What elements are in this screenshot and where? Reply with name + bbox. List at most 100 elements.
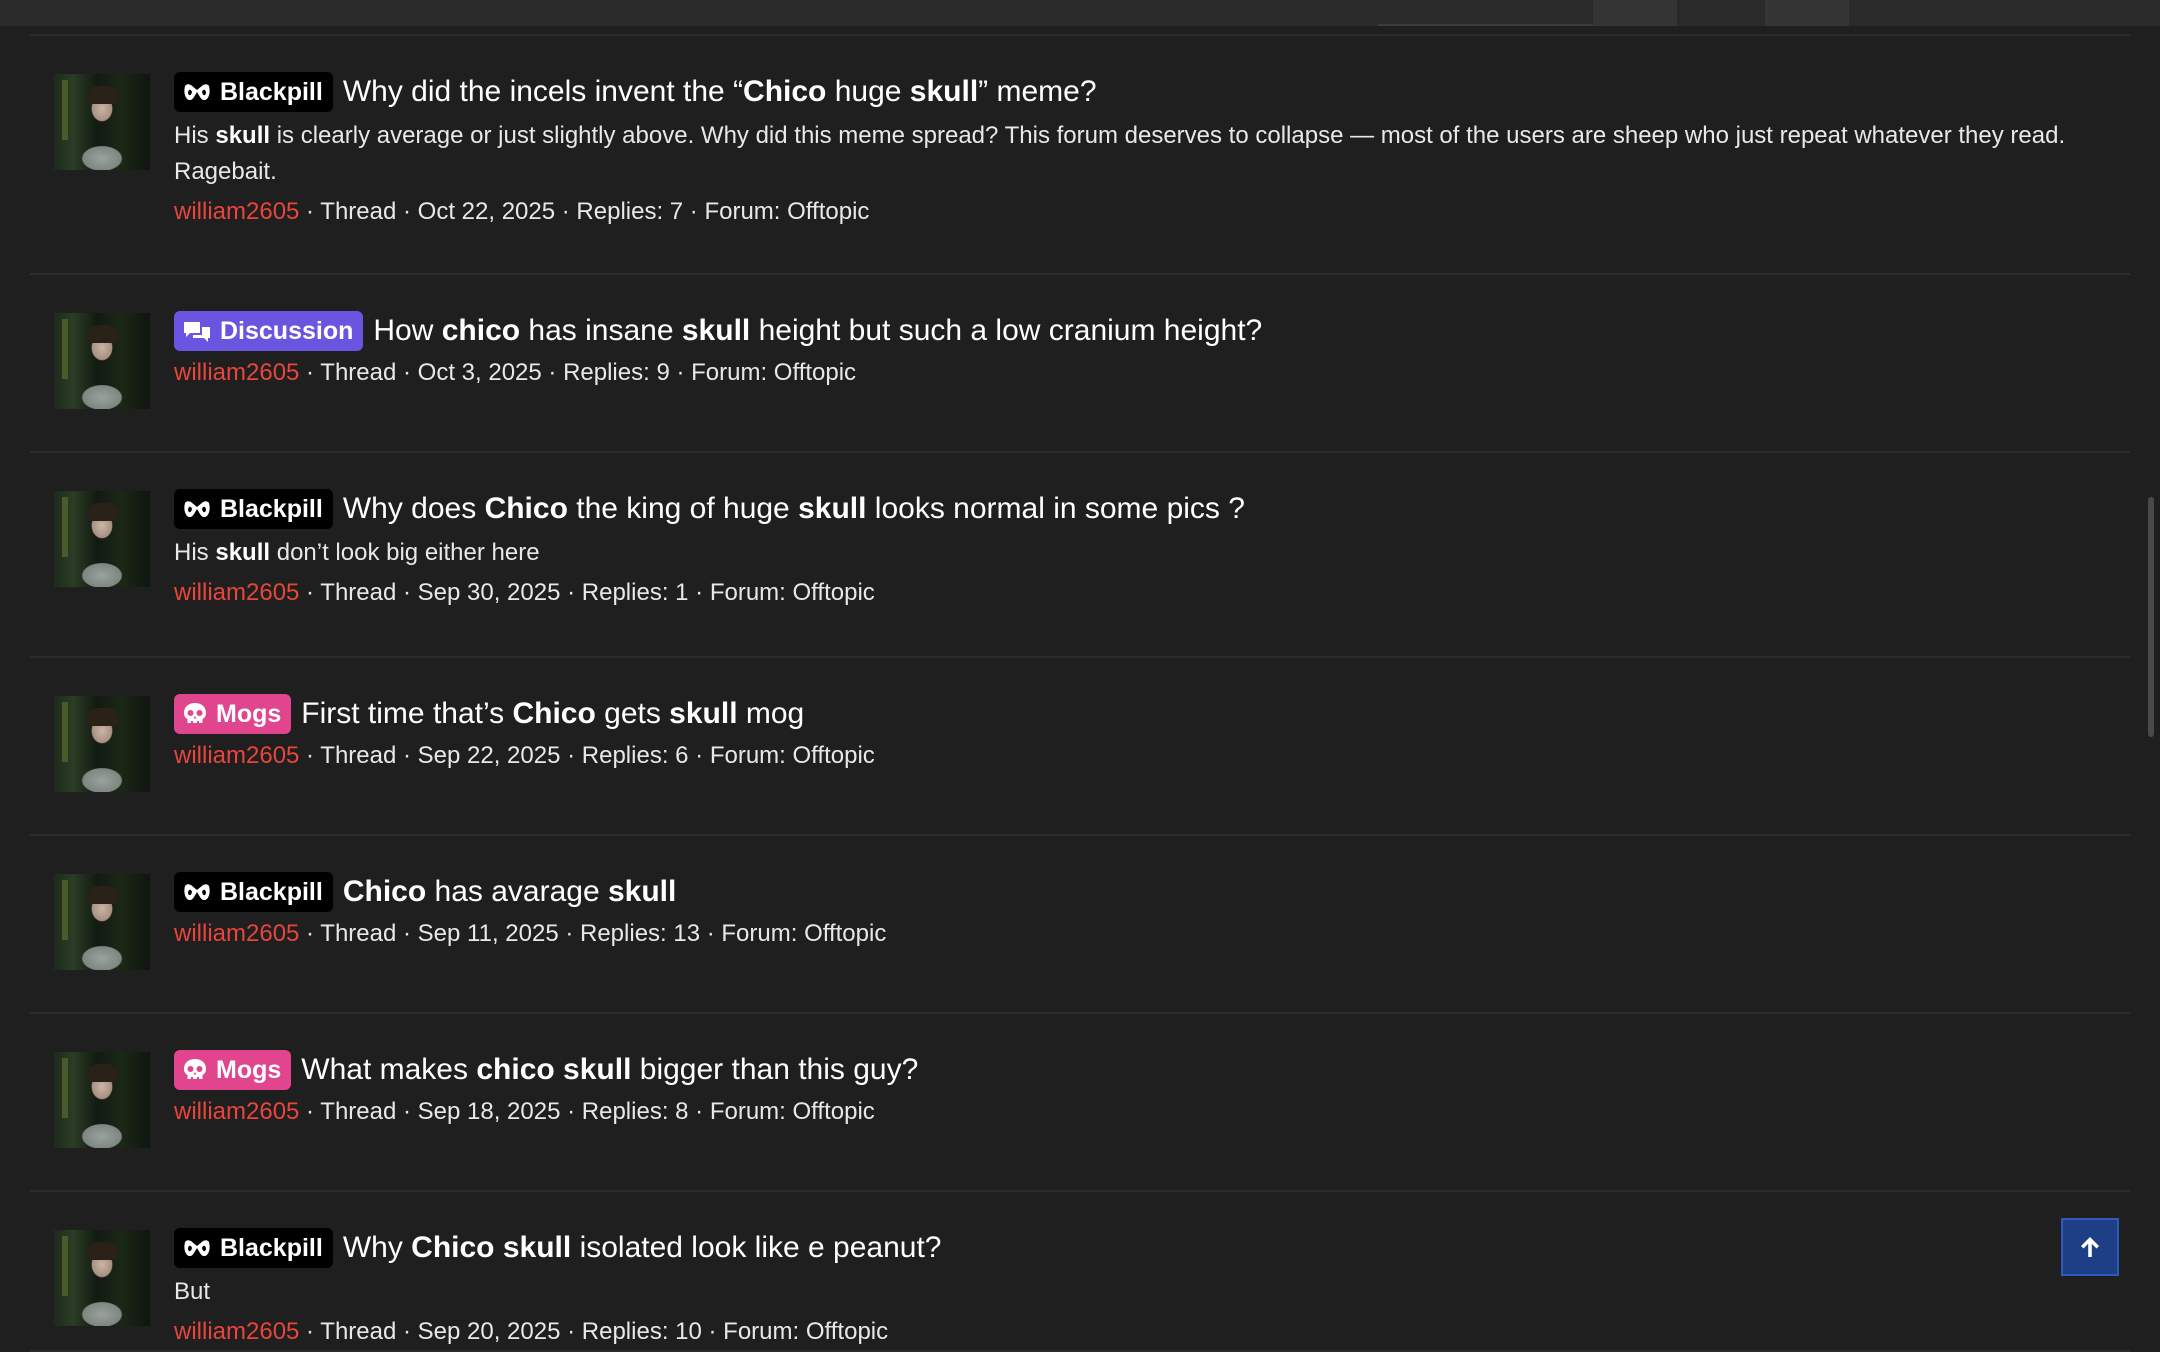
search-result-item[interactable]: Blackpill Chico has avarage skull william2… <box>30 836 2130 1014</box>
author-link[interactable]: william2605 <box>174 359 299 386</box>
thread-title-link[interactable]: First time that’s Chico gets skull mog <box>301 694 804 734</box>
title-text-segment: height but such a low cranium height? <box>750 314 1263 347</box>
thread-title-link[interactable]: Why did the incels invent the “Chico hug… <box>343 72 1097 112</box>
meta-details: · Thread · Oct 3, 2025 · Replies: 9 · Fo… <box>299 359 857 386</box>
snippet-text-segment: don’t look big either here <box>270 539 540 566</box>
result-title-row: Blackpill Why did the incels invent the “… <box>174 72 2130 112</box>
thread-title-link[interactable]: How chico has insane skull height but su… <box>373 311 1262 351</box>
title-text-segment: looks normal in some pics ? <box>866 492 1245 525</box>
title-text-segment: Why does <box>342 492 485 525</box>
title-text-segment: has insane <box>520 314 682 347</box>
highlighted-term: skull <box>681 314 751 347</box>
thread-title-link[interactable]: Chico has avarage skull <box>343 872 677 912</box>
arrow-up-icon <box>2081 1237 2099 1257</box>
author-link[interactable]: william2605 <box>174 1318 299 1345</box>
result-snippet: But <box>174 1274 2130 1310</box>
result-meta: william2605 · Thread · Sep 11, 2025 · Re… <box>174 918 2130 950</box>
author-link[interactable]: william2605 <box>174 920 299 947</box>
prefix-label-mogs[interactable]: Mogs <box>174 1050 292 1090</box>
prefix-label-blackpill[interactable]: Blackpill <box>174 872 333 912</box>
highlighted-term: skull <box>215 122 271 149</box>
prefix-label-text: Blackpill <box>220 78 323 106</box>
meta-details: · Thread · Sep 30, 2025 · Replies: 1 · F… <box>299 579 875 606</box>
meta-details: · Thread · Sep 20, 2025 · Replies: 10 · … <box>299 1318 889 1345</box>
goggles-icon <box>182 880 220 904</box>
meta-details: · Thread · Sep 11, 2025 · Replies: 13 · … <box>299 920 887 947</box>
result-content: Blackpill Chico has avarage skull william2… <box>174 872 2130 950</box>
highlighted-term: skull <box>669 697 738 730</box>
title-text-segment: ” meme? <box>978 75 1097 108</box>
highlighted-term: Chico <box>411 1231 495 1264</box>
title-text-segment: has avarage <box>426 875 608 908</box>
highlighted-term: skull <box>563 1053 632 1086</box>
title-text-segment: huge <box>826 75 910 108</box>
title-text-segment: the king of huge <box>567 492 799 525</box>
chat-bubbles-icon <box>182 319 220 343</box>
author-link[interactable]: william2605 <box>174 579 299 606</box>
author-link[interactable]: william2605 <box>174 198 299 225</box>
snippet-text-segment: But <box>174 1278 211 1305</box>
skull-icon <box>182 1057 216 1083</box>
result-title-row: Blackpill Why does Chico the king of huge… <box>174 489 2130 529</box>
highlighted-term: skull <box>607 875 677 908</box>
avatar[interactable] <box>54 74 150 170</box>
result-snippet: His skull don’t look big either here <box>174 535 2130 571</box>
search-result-item[interactable]: Mogs First time that’s Chico gets skull m… <box>30 658 2130 836</box>
thread-title-link[interactable]: Why Chico skull isolated look like e pea… <box>343 1228 942 1268</box>
goggles-icon <box>182 1236 220 1260</box>
avatar[interactable] <box>54 1052 150 1148</box>
title-text-segment: What makes <box>301 1053 477 1086</box>
search-result-item[interactable]: Blackpill Why Chico skull isolated look l… <box>30 1192 2130 1352</box>
highlighted-term: Chico <box>484 492 568 525</box>
snippet-text-segment: is clearly average or just slightly abov… <box>174 122 2066 185</box>
search-result-item[interactable]: Mogs What makes chico skull bigger than t… <box>30 1014 2130 1192</box>
avatar[interactable] <box>54 1230 150 1326</box>
thread-title-link[interactable]: Why does Chico the king of huge skull lo… <box>343 489 1245 529</box>
nav-tab-block[interactable] <box>1765 0 1849 26</box>
search-result-item[interactable]: Blackpill Why does Chico the king of huge… <box>30 453 2130 658</box>
result-meta: william2605 · Thread · Sep 30, 2025 · Re… <box>174 577 2130 609</box>
highlighted-term: skull <box>798 492 867 525</box>
prefix-label-text: Discussion <box>220 317 354 345</box>
search-result-item[interactable]: Blackpill Why did the incels invent the “… <box>30 36 2130 275</box>
scrollbar-thumb[interactable] <box>2148 497 2154 737</box>
avatar[interactable] <box>54 874 150 970</box>
avatar[interactable] <box>54 313 150 409</box>
goggles-icon <box>182 497 220 521</box>
thread-title-link[interactable]: What makes chico skull bigger than this … <box>301 1050 918 1090</box>
prefix-label-text: Mogs <box>216 1056 282 1084</box>
highlighted-term: chico <box>441 314 521 347</box>
search-result-item[interactable]: Discussion How chico has insane skull hei… <box>30 275 2130 453</box>
highlighted-term: Chico <box>743 75 827 108</box>
prefix-label-mogs[interactable]: Mogs <box>174 694 292 734</box>
prefix-label-blackpill[interactable]: Blackpill <box>174 489 333 529</box>
title-text-segment: First time that’s <box>301 697 513 730</box>
avatar[interactable] <box>54 696 150 792</box>
title-text-segment: How <box>373 314 442 347</box>
avatar[interactable] <box>54 491 150 587</box>
prefix-label-blackpill[interactable]: Blackpill <box>174 72 333 112</box>
author-link[interactable]: william2605 <box>174 1098 299 1125</box>
nav-tab-block[interactable] <box>1593 0 1677 26</box>
result-meta: william2605 · Thread · Sep 22, 2025 · Re… <box>174 740 2130 772</box>
title-text-segment: Why <box>342 1231 412 1264</box>
prefix-label-blackpill[interactable]: Blackpill <box>174 1228 333 1268</box>
title-text-segment: gets <box>595 697 670 730</box>
result-content: Blackpill Why does Chico the king of huge… <box>174 489 2130 609</box>
title-text-segment <box>555 1053 563 1086</box>
highlighted-term: skull <box>502 1231 572 1264</box>
result-title-row: Blackpill Why Chico skull isolated look l… <box>174 1228 2130 1268</box>
title-text-segment: bigger than this guy? <box>631 1053 919 1086</box>
highlighted-term: skull <box>215 539 271 566</box>
result-title-row: Mogs First time that’s Chico gets skull m… <box>174 694 2130 734</box>
meta-details: · Thread · Sep 22, 2025 · Replies: 6 · F… <box>299 742 875 769</box>
highlighted-term: Chico <box>512 697 596 730</box>
scroll-to-top-button[interactable] <box>2061 1218 2119 1276</box>
prefix-label-discussion[interactable]: Discussion <box>174 311 364 351</box>
prefix-label-text: Blackpill <box>220 495 323 523</box>
skull-icon <box>182 701 216 727</box>
result-title-row: Mogs What makes chico skull bigger than t… <box>174 1050 2130 1090</box>
highlighted-term: skull <box>909 75 979 108</box>
author-link[interactable]: william2605 <box>174 742 299 769</box>
nav-active-underline <box>1378 24 1593 26</box>
